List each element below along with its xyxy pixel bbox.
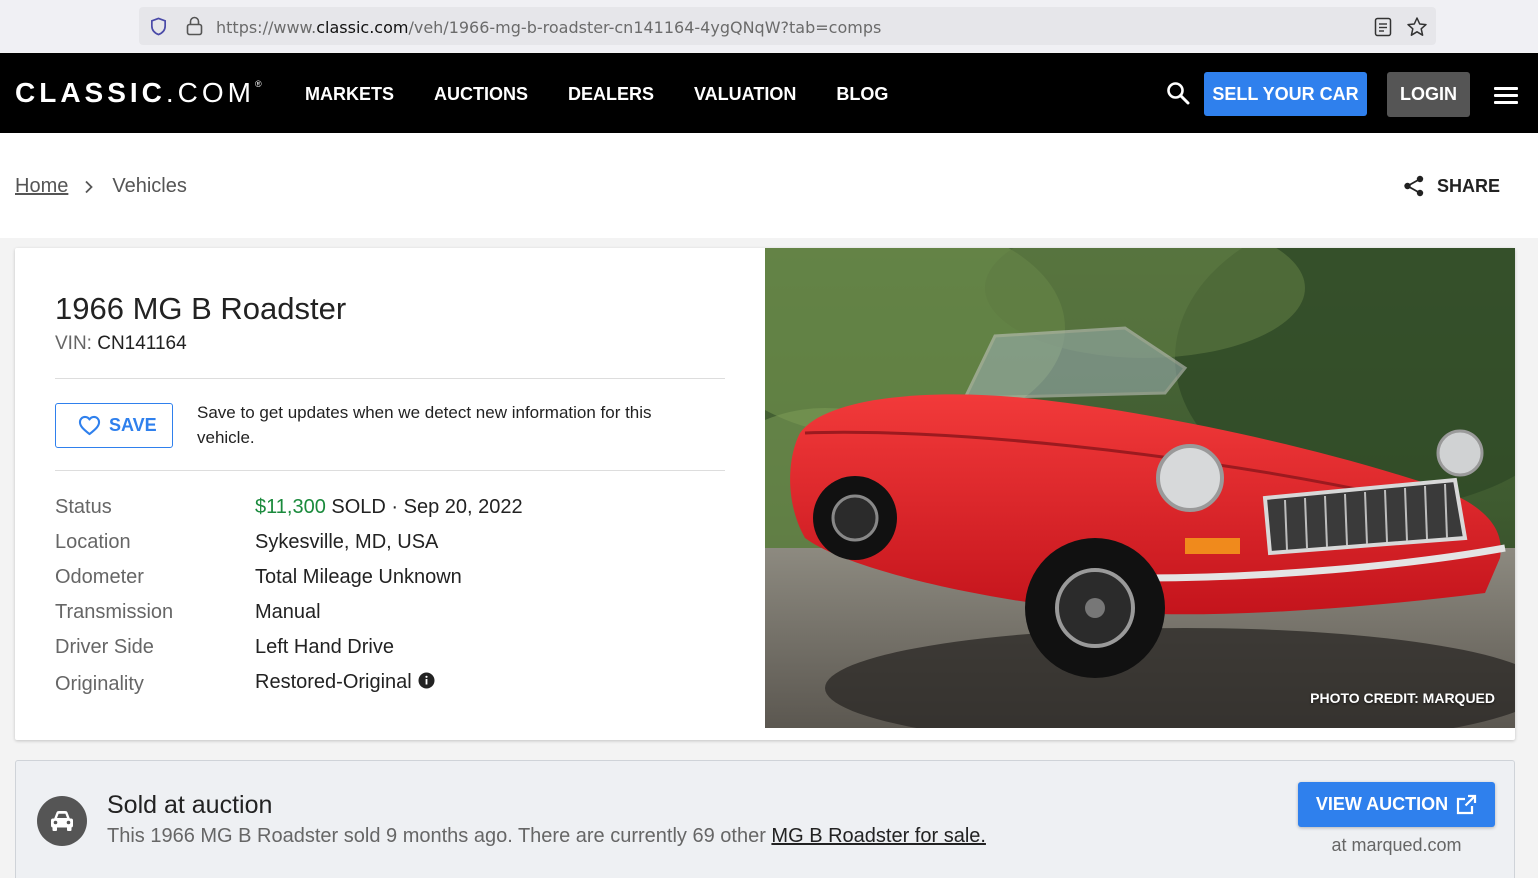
car-icon bbox=[37, 796, 87, 846]
breadcrumb-bar: Home Vehicles SHARE bbox=[0, 133, 1538, 238]
chevron-right-icon bbox=[85, 180, 94, 193]
reader-view-icon[interactable] bbox=[1374, 17, 1392, 37]
vin-line: VIN: CN141164 bbox=[55, 333, 187, 354]
sold-description: This 1966 MG B Roadster sold 9 months ag… bbox=[107, 825, 986, 847]
breadcrumb-home[interactable]: Home bbox=[15, 175, 68, 198]
divider bbox=[55, 470, 725, 471]
shield-icon[interactable] bbox=[149, 17, 168, 36]
spec-value: Sykesville, MD, USA bbox=[255, 531, 439, 553]
divider bbox=[55, 378, 725, 379]
bookmark-star-icon[interactable] bbox=[1406, 16, 1428, 38]
spec-key: Location bbox=[55, 531, 131, 553]
nav-auctions[interactable]: AUCTIONS bbox=[434, 84, 528, 105]
heart-icon bbox=[78, 415, 101, 436]
save-note: Save to get updates when we detect new i… bbox=[197, 403, 652, 447]
sold-banner: Sold at auction This 1966 MG B Roadster … bbox=[15, 760, 1515, 878]
spec-key: Odometer bbox=[55, 566, 144, 588]
vin-value: CN141164 bbox=[97, 333, 187, 354]
info-icon[interactable] bbox=[418, 672, 435, 689]
spec-value: Left Hand Drive bbox=[255, 636, 394, 658]
breadcrumb: Home Vehicles bbox=[15, 175, 187, 198]
spec-value: Restored-Original bbox=[255, 671, 435, 694]
vehicle-title: 1966 MG B Roadster bbox=[55, 291, 347, 326]
sell-your-car-button[interactable]: SELL YOUR CAR bbox=[1204, 72, 1367, 116]
vehicle-photo[interactable]: PHOTO CREDIT: MARQUED bbox=[765, 248, 1515, 728]
main-nav: MARKETS AUCTIONS DEALERS VALUATION BLOG bbox=[305, 84, 928, 105]
breadcrumb-current: Vehicles bbox=[112, 175, 187, 197]
spec-value: Total Mileage Unknown bbox=[255, 566, 462, 588]
save-label: SAVE bbox=[109, 415, 157, 435]
sold-price: $11,300 bbox=[255, 496, 326, 518]
nav-markets[interactable]: MARKETS bbox=[305, 84, 394, 105]
spec-value: Manual bbox=[255, 601, 321, 623]
lock-icon[interactable] bbox=[186, 16, 203, 36]
view-auction-label: VIEW AUCTION bbox=[1315, 794, 1449, 814]
view-auction-button[interactable]: VIEW AUCTION bbox=[1298, 782, 1495, 827]
nav-dealers[interactable]: DEALERS bbox=[568, 84, 654, 105]
external-link-icon bbox=[1457, 794, 1477, 815]
spec-key: Driver Side bbox=[55, 636, 154, 658]
login-button[interactable]: LOGIN bbox=[1387, 72, 1470, 117]
nav-valuation[interactable]: VALUATION bbox=[694, 84, 796, 105]
share-button[interactable]: SHARE bbox=[1403, 175, 1500, 197]
nav-blog[interactable]: BLOG bbox=[836, 84, 888, 105]
photo-credit: PHOTO CREDIT: MARQUED bbox=[1310, 690, 1495, 706]
vehicle-card: 1966 MG B Roadster VIN: CN141164 SAVE Sa… bbox=[15, 248, 1515, 740]
spec-key: Status bbox=[55, 496, 112, 518]
spec-value: $11,300 SOLD · Sep 20, 2022 bbox=[255, 496, 523, 518]
menu-icon[interactable] bbox=[1494, 87, 1518, 105]
url-text[interactable]: https://www.classic.com/veh/1966-mg-b-ro… bbox=[216, 18, 881, 37]
auction-source: at marqued.com bbox=[1331, 835, 1462, 855]
save-button[interactable]: SAVE bbox=[55, 403, 173, 448]
for-sale-link[interactable]: MG B Roadster for sale. bbox=[771, 825, 986, 847]
address-bar[interactable]: https://www.classic.com/veh/1966-mg-b-ro… bbox=[139, 7, 1436, 45]
spec-key: Originality bbox=[55, 673, 144, 695]
browser-toolbar: https://www.classic.com/veh/1966-mg-b-ro… bbox=[0, 0, 1538, 52]
site-logo[interactable]: CLASSIC.COM® bbox=[15, 77, 262, 109]
share-icon bbox=[1404, 175, 1424, 197]
site-header: CLASSIC.COM® MARKETS AUCTIONS DEALERS VA… bbox=[0, 53, 1538, 133]
sold-title: Sold at auction bbox=[107, 791, 273, 819]
share-label: SHARE bbox=[1437, 175, 1501, 196]
car-image bbox=[765, 248, 1515, 728]
spec-key: Transmission bbox=[55, 601, 174, 623]
search-icon[interactable] bbox=[1166, 81, 1190, 105]
